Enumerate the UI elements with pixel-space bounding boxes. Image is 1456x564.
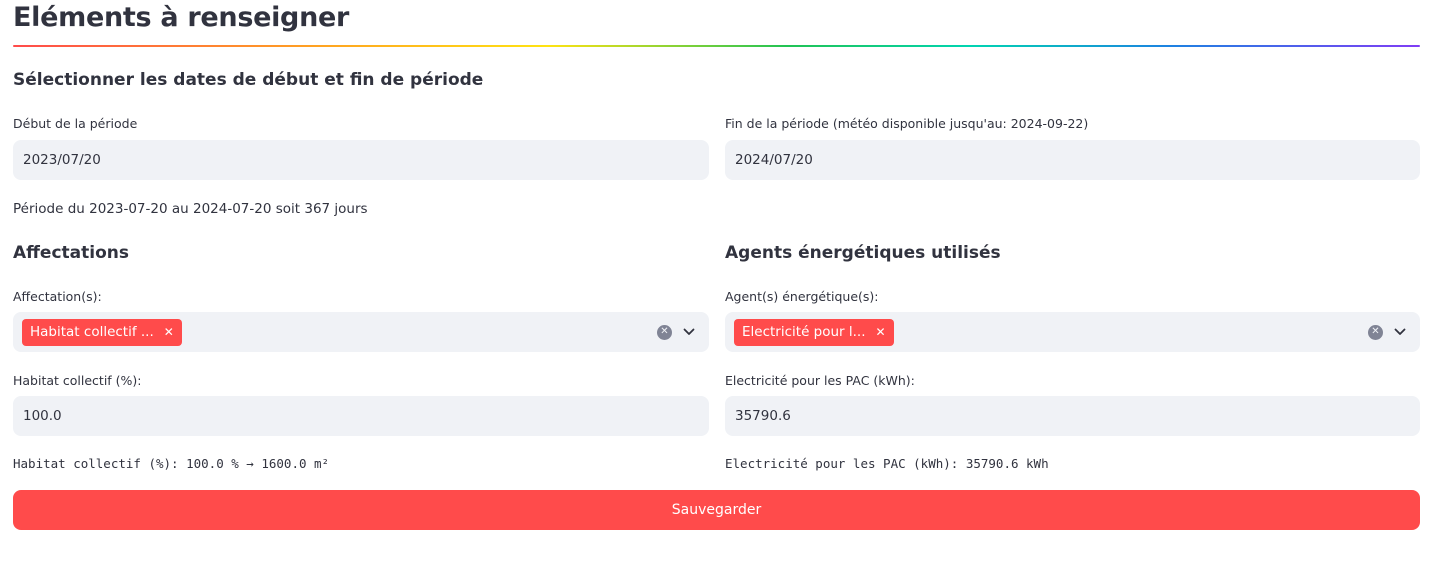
page: Eléments à renseigner Sélectionner les d…	[0, 0, 1456, 564]
agents-subheader: Agents énergétiques utilisés	[725, 243, 1001, 263]
agents-select-label: Agent(s) énergétique(s):	[725, 289, 879, 304]
start-date-label: Début de la période	[13, 116, 138, 131]
end-date-value: 2024/07/20	[735, 152, 813, 168]
close-icon[interactable]: ✕	[164, 326, 174, 338]
electricity-kwh-input[interactable]: 35790.6	[725, 396, 1420, 436]
habitat-percent-input[interactable]: 100.0	[13, 396, 709, 436]
period-subheader: Sélectionner les dates de début et fin d…	[13, 70, 484, 90]
agent-tag-label: Electricité pour l...	[742, 324, 866, 340]
clear-circle-icon[interactable]: ✕	[1368, 324, 1383, 340]
chevron-down-icon[interactable]	[1393, 325, 1407, 339]
agent-tag: Electricité pour l... ✕	[734, 318, 894, 346]
title-divider	[13, 45, 1420, 47]
electricity-result-text: Electricité pour les PAC (kWh): 35790.6 …	[725, 456, 1049, 471]
end-date-label: Fin de la période (météo disponible jusq…	[725, 116, 1089, 131]
affectations-subheader: Affectations	[13, 243, 129, 263]
clear-circle-icon[interactable]: ✕	[657, 324, 672, 340]
save-button[interactable]: Sauvegarder	[13, 490, 1420, 530]
close-icon[interactable]: ✕	[876, 326, 886, 338]
electricity-kwh-value: 35790.6	[735, 408, 791, 424]
habitat-result-text: Habitat collectif (%): 100.0 % → 1600.0 …	[13, 456, 330, 471]
end-date-input[interactable]: 2024/07/20	[725, 140, 1420, 180]
affectations-select-label: Affectation(s):	[13, 289, 102, 304]
start-date-input[interactable]: 2023/07/20	[13, 140, 709, 180]
agents-multiselect[interactable]: Electricité pour l... ✕ ✕	[725, 312, 1420, 352]
affectations-multiselect[interactable]: Habitat collectif ... ✕ ✕	[13, 312, 709, 352]
page-title: Eléments à renseigner	[13, 2, 350, 33]
start-date-value: 2023/07/20	[23, 152, 101, 168]
chevron-down-icon[interactable]	[682, 325, 696, 339]
habitat-percent-value: 100.0	[23, 408, 62, 424]
affectation-tag: Habitat collectif ... ✕	[22, 318, 182, 346]
period-summary: Période du 2023-07-20 au 2024-07-20 soit…	[13, 201, 368, 217]
electricity-field-label: Electricité pour les PAC (kWh):	[725, 373, 915, 388]
affectation-tag-label: Habitat collectif ...	[30, 324, 154, 340]
habitat-field-label: Habitat collectif (%):	[13, 373, 142, 388]
